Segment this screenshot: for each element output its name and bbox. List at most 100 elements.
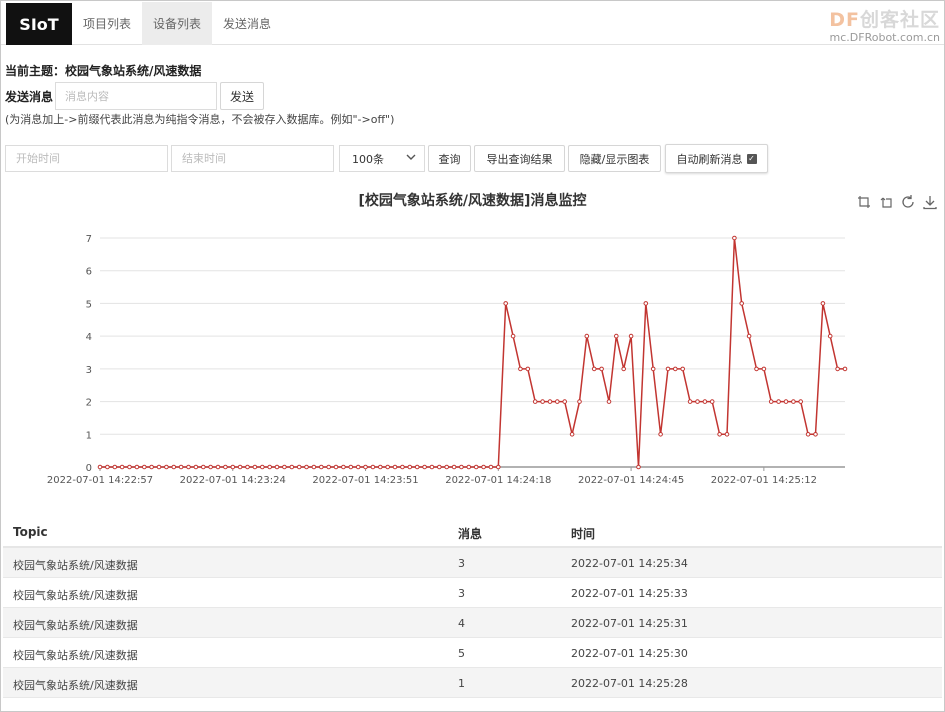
x-tick-label: 2022-07-01 14:23:24: [180, 475, 286, 486]
data-point: [569, 432, 575, 437]
refresh-icon[interactable]: [900, 194, 916, 210]
data-point: [673, 366, 678, 372]
end-time-input[interactable]: [171, 145, 334, 172]
data-point: [355, 464, 361, 470]
data-point: [370, 464, 376, 470]
data-point: [414, 464, 420, 470]
watermark-sub: mc.DFRobot.com.cn: [829, 31, 940, 44]
data-point: [400, 464, 405, 470]
data-point: [208, 464, 213, 470]
query-button[interactable]: 查询: [428, 145, 471, 172]
watermark-main: 创客社区: [859, 9, 940, 31]
table-body: 校园气象站系统/风速数据 3 2022-07-01 14:25:34 校园气象站系统/…: [3, 548, 942, 698]
data-point: [326, 464, 332, 470]
data-point: [658, 432, 663, 437]
message-input[interactable]: [55, 82, 217, 110]
data-point: [223, 464, 228, 470]
cell-message: 5: [458, 647, 465, 660]
data-point: [481, 464, 486, 470]
column-header-message[interactable]: 消息: [458, 525, 482, 542]
data-point: [444, 464, 450, 470]
data-point: [776, 399, 781, 404]
data-point: [156, 464, 162, 470]
tab-device-list[interactable]: 设备列表: [142, 2, 212, 45]
data-point: [459, 464, 464, 470]
data-point: [621, 366, 627, 372]
cell-time: 2022-07-01 14:25:30: [571, 647, 688, 660]
toggle-chart-button[interactable]: 隐藏/显示图表: [568, 145, 661, 172]
data-point: [709, 399, 715, 404]
x-tick-label: 2022-07-01 14:24:18: [445, 475, 551, 486]
download-icon[interactable]: [922, 194, 938, 210]
auto-refresh-toggle[interactable]: 自动刷新消息 ✓: [665, 144, 768, 173]
y-tick-label: 3: [86, 365, 92, 376]
data-point: [665, 366, 671, 372]
x-tick-label: 2022-07-01 14:24:45: [578, 475, 684, 486]
data-point: [695, 399, 700, 404]
data-point: [201, 464, 206, 470]
data-point: [333, 464, 339, 470]
data-point: [732, 235, 737, 241]
data-point: [134, 464, 140, 470]
export-results-button[interactable]: 导出查询结果: [474, 145, 565, 172]
cell-topic: 校园气象站系统/风速数据: [13, 619, 138, 632]
data-point: [451, 464, 457, 470]
data-point: [702, 399, 708, 404]
x-tick-label: 2022-07-01 14:22:57: [47, 475, 153, 486]
dfrobot-watermark: DF创客社区 mc.DFRobot.com.cn: [829, 5, 940, 44]
data-point: [186, 464, 191, 470]
data-point: [606, 399, 612, 404]
data-point: [510, 333, 516, 339]
tab-project-list[interactable]: 项目列表: [72, 2, 142, 45]
data-point: [466, 464, 472, 470]
data-point: [687, 399, 693, 404]
data-point: [643, 301, 649, 306]
data-point: [496, 464, 501, 470]
data-point: [636, 464, 641, 470]
table-row: 校园气象站系统/风速数据 1 2022-07-01 14:25:28: [3, 668, 942, 698]
column-header-time[interactable]: 时间: [571, 525, 595, 542]
start-time-input[interactable]: [5, 145, 168, 172]
current-topic: 当前主题：校园气象站系统/风速数据: [5, 62, 201, 79]
data-point: [761, 366, 767, 372]
data-point: [724, 432, 730, 437]
y-tick-label: 4: [86, 332, 92, 343]
cell-message: 3: [458, 587, 465, 600]
data-point: [178, 464, 184, 470]
x-tick-label: 2022-07-01 14:25:12: [711, 475, 817, 486]
cell-time: 2022-07-01 14:25:28: [571, 677, 688, 690]
data-point: [650, 366, 656, 372]
tab-send-message[interactable]: 发送消息: [212, 2, 282, 45]
table-row: 校园气象站系统/风速数据 5 2022-07-01 14:25:30: [3, 638, 942, 668]
data-point: [149, 464, 154, 470]
checkbox-checked-icon[interactable]: ✓: [746, 153, 757, 164]
brand-logo[interactable]: SIoT: [6, 3, 72, 45]
cell-topic: 校园气象站系统/风速数据: [13, 679, 138, 692]
zoom-reset-icon[interactable]: [878, 194, 894, 210]
data-point: [532, 399, 538, 404]
data-point: [407, 464, 413, 470]
send-button[interactable]: 发送: [220, 82, 264, 110]
current-topic-value: 校园气象站系统/风速数据: [65, 64, 202, 78]
data-point: [488, 464, 494, 470]
data-point: [237, 464, 243, 470]
data-point: [422, 464, 427, 470]
data-point: [119, 464, 125, 470]
limit-select[interactable]: 100条: [339, 145, 425, 172]
data-point: [348, 464, 354, 470]
data-point: [614, 333, 619, 339]
data-point: [746, 333, 752, 339]
cell-time: 2022-07-01 14:25:33: [571, 587, 688, 600]
cell-message: 1: [458, 677, 465, 690]
column-header-topic[interactable]: Topic: [13, 525, 48, 539]
zoom-icon[interactable]: [856, 194, 872, 210]
data-point: [783, 399, 789, 404]
data-point: [798, 399, 804, 404]
top-navbar: SIoT 项目列表 设备列表 发送消息 DF创客社区 mc.DFRobot.co…: [1, 1, 944, 45]
table-row: 校园气象站系统/风速数据 4 2022-07-01 14:25:31: [3, 608, 942, 638]
data-point: [171, 464, 177, 470]
data-point: [245, 464, 250, 470]
watermark-prefix: DF: [829, 9, 860, 31]
data-point: [503, 301, 509, 306]
data-point: [680, 366, 686, 372]
